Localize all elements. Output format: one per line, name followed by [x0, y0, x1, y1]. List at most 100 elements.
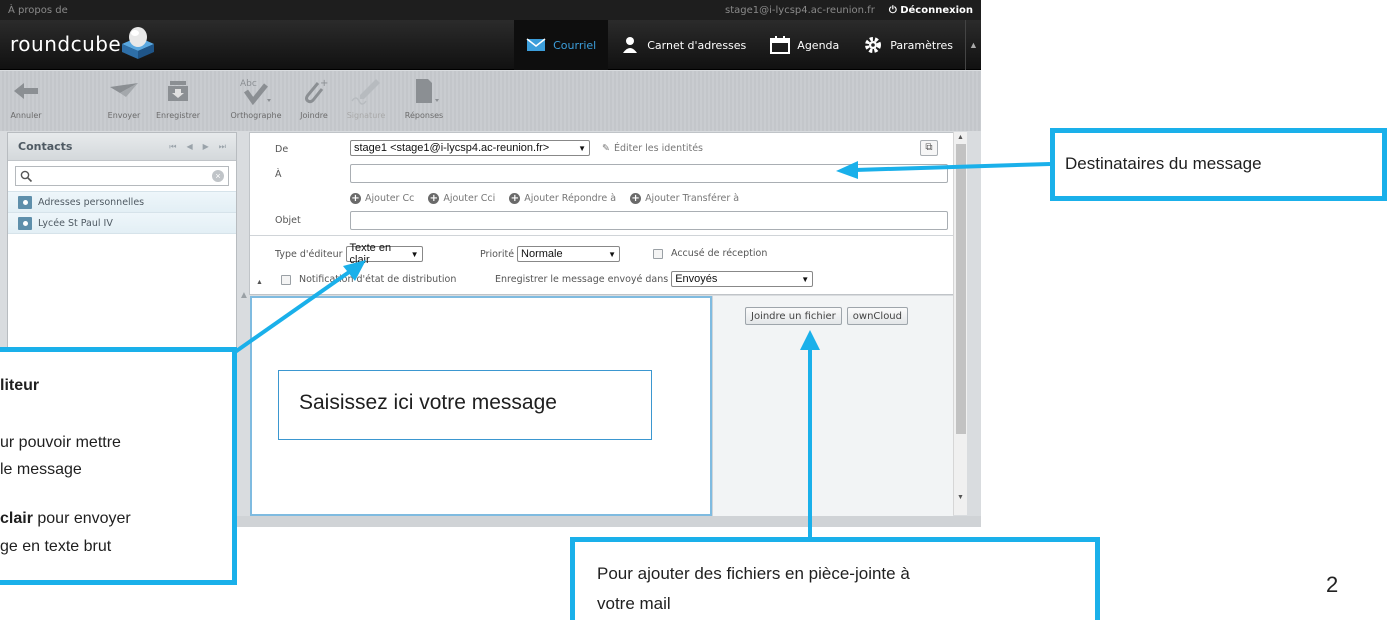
contacts-group-item[interactable]: Adresses personnelles	[8, 191, 236, 212]
svg-text:+: +	[320, 78, 328, 89]
nav-settings-label: Paramètres	[890, 38, 953, 52]
top-line: À propos de stage1@i-lycsp4.ac-reunion.f…	[0, 0, 981, 20]
chevron-down-icon: ▼	[578, 143, 586, 153]
dsn-row: Notification d'état de distribution	[281, 274, 456, 285]
editor-type-row: Type d'éditeur Texte en clair ▼	[275, 242, 423, 266]
scroll-down-icon[interactable]: ▼	[957, 494, 964, 501]
contacts-header: Contacts ⏮ ◀ ▶ ⏭	[8, 133, 236, 161]
chevron-down-icon: ▼	[608, 249, 617, 259]
editor-callout-line3-bold: clair	[0, 510, 33, 527]
body-callout-text: Saisissez ici votre message	[299, 391, 557, 414]
first-page-icon[interactable]: ⏮	[169, 142, 176, 152]
plus-circle-icon: +	[350, 193, 361, 204]
add-cc-link[interactable]: + Ajouter Cc	[350, 193, 414, 204]
scroll-thumb[interactable]	[956, 144, 966, 434]
nav-collapse-caret[interactable]: ▲	[965, 20, 981, 70]
gear-icon	[865, 37, 882, 53]
editor-type-select[interactable]: Texte en clair ▼	[345, 242, 423, 266]
receipt-label: Accusé de réception	[671, 248, 768, 259]
save-sent-row: Enregistrer le message envoyé dans Envoy…	[495, 271, 814, 287]
back-arrow-icon	[14, 83, 38, 99]
attach-label: Joindre	[300, 111, 328, 120]
logout-button[interactable]: ⏻ Déconnexion	[889, 5, 973, 16]
add-followup-link[interactable]: + Ajouter Transférer à	[630, 193, 739, 204]
nav-addressbook[interactable]: Carnet d'adresses	[608, 20, 758, 70]
responses-button[interactable]: Réponses	[398, 77, 450, 120]
contacts-group-label: Lycée St Paul IV	[38, 217, 113, 229]
roundcube-logo-icon	[122, 27, 154, 59]
page-number: 2	[1326, 572, 1339, 597]
spellcheck-label: Orthographe	[230, 111, 282, 120]
recipients-callout-text: Destinataires du message	[1065, 154, 1262, 173]
save-label: Enregistrer	[155, 111, 201, 120]
nav-settings[interactable]: Paramètres	[851, 20, 965, 70]
dsn-checkbox[interactable]	[281, 274, 291, 285]
editor-callout-line4: ge en texte brut	[0, 538, 112, 555]
contacts-group-item[interactable]: Lycée St Paul IV	[8, 212, 236, 233]
compose-headers: De stage1 <stage1@i-lycsp4.ac-reunion.fr…	[249, 132, 967, 295]
subject-label: Objet	[275, 215, 301, 226]
recipients-callout: Destinataires du message	[1050, 128, 1387, 201]
contacts-search-input[interactable]: ×	[15, 166, 229, 186]
nav-mail[interactable]: Courriel	[514, 20, 609, 70]
panel-splitter[interactable]: ▲	[239, 290, 249, 320]
plus-circle-icon: +	[428, 193, 440, 204]
paper-plane-icon	[110, 83, 138, 97]
spellcheck-button[interactable]: Abc Orthographe	[230, 77, 282, 120]
editor-type-callout: liteur ur pouvoir mettre le message clai…	[0, 347, 237, 585]
compose-scrollbar[interactable]: ▲ ▼	[953, 132, 967, 515]
add-cc-label: Ajouter Cc	[365, 193, 415, 204]
owncloud-button[interactable]: ownCloud	[846, 307, 908, 325]
add-followup-label: Ajouter Transférer à	[645, 193, 740, 204]
edit-identities-link[interactable]: ✎ Éditer les identités	[602, 143, 703, 154]
add-bcc-label: Ajouter Cci	[443, 193, 496, 204]
editor-type-label: Type d'éditeur	[275, 248, 343, 260]
compose-toolbar: Annuler Envoyer Enregistrer Abc Orthogra…	[0, 71, 981, 131]
nav-calendar[interactable]: Agenda	[758, 20, 851, 70]
priority-select[interactable]: Normale ▼	[517, 246, 621, 262]
collapse-headers-icon[interactable]: ▲	[256, 279, 263, 286]
add-reply-to-link[interactable]: + Ajouter Répondre à	[509, 193, 616, 204]
add-bcc-link[interactable]: + Ajouter Cci	[428, 193, 495, 204]
logo-text: roundcube	[10, 32, 122, 56]
save-sent-select[interactable]: Envoyés ▼	[671, 271, 814, 287]
nav-addressbook-label: Carnet d'adresses	[647, 38, 747, 52]
save-button[interactable]: Enregistrer	[152, 77, 204, 120]
clear-search-icon[interactable]: ×	[212, 170, 224, 182]
from-value: stage1 <stage1@i-lycsp4.ac-reunion.fr>	[354, 142, 550, 154]
editor-callout-line2: le message	[0, 461, 82, 478]
receipt-checkbox[interactable]	[653, 248, 663, 259]
prev-page-icon[interactable]: ◀	[186, 142, 192, 152]
nav-calendar-label: Agenda	[797, 38, 840, 52]
from-select[interactable]: stage1 <stage1@i-lycsp4.ac-reunion.fr> ▼	[350, 140, 590, 156]
scroll-up-icon[interactable]: ▲	[957, 134, 964, 141]
attach-file-button[interactable]: Joindre un fichier	[745, 307, 842, 325]
calendar-icon	[770, 36, 791, 54]
add-header-links: + Ajouter Cc + Ajouter Cci + Ajouter Répond…	[350, 193, 739, 204]
cancel-button[interactable]: Annuler	[0, 77, 52, 120]
editor-callout-line3: clair pour envoyer	[0, 510, 131, 528]
next-page-icon[interactable]: ▶	[203, 142, 209, 152]
priority-label: Priorité	[480, 248, 515, 260]
document-icon	[416, 79, 439, 103]
app-header: roundcube Courriel Carnet d'adresses Age…	[0, 20, 981, 70]
subject-input[interactable]	[350, 211, 948, 230]
responses-label: Réponses	[404, 111, 444, 120]
last-page-icon[interactable]: ⏭	[219, 142, 226, 152]
attachment-buttons: Joindre un fichier ownCloud	[745, 307, 908, 325]
pen-signature-icon	[351, 79, 380, 105]
plus-circle-icon: +	[509, 193, 521, 204]
attach-button[interactable]: + Joindre	[288, 77, 340, 120]
about-link[interactable]: À propos de	[8, 5, 68, 16]
signature-button[interactable]: Signature	[340, 77, 392, 120]
chevron-down-icon: ▼	[410, 249, 419, 259]
send-button[interactable]: Envoyer	[98, 77, 150, 120]
search-icon	[20, 170, 33, 183]
add-reply-to-label: Ajouter Répondre à	[524, 193, 617, 204]
attach-callout-line2: votre mail	[597, 594, 671, 613]
edit-identities-label: Éditer les identités	[613, 143, 704, 154]
popout-icon[interactable]: ⧉	[920, 140, 938, 156]
send-label: Envoyer	[107, 111, 141, 120]
envelope-icon	[526, 38, 546, 51]
to-input[interactable]	[350, 164, 948, 183]
